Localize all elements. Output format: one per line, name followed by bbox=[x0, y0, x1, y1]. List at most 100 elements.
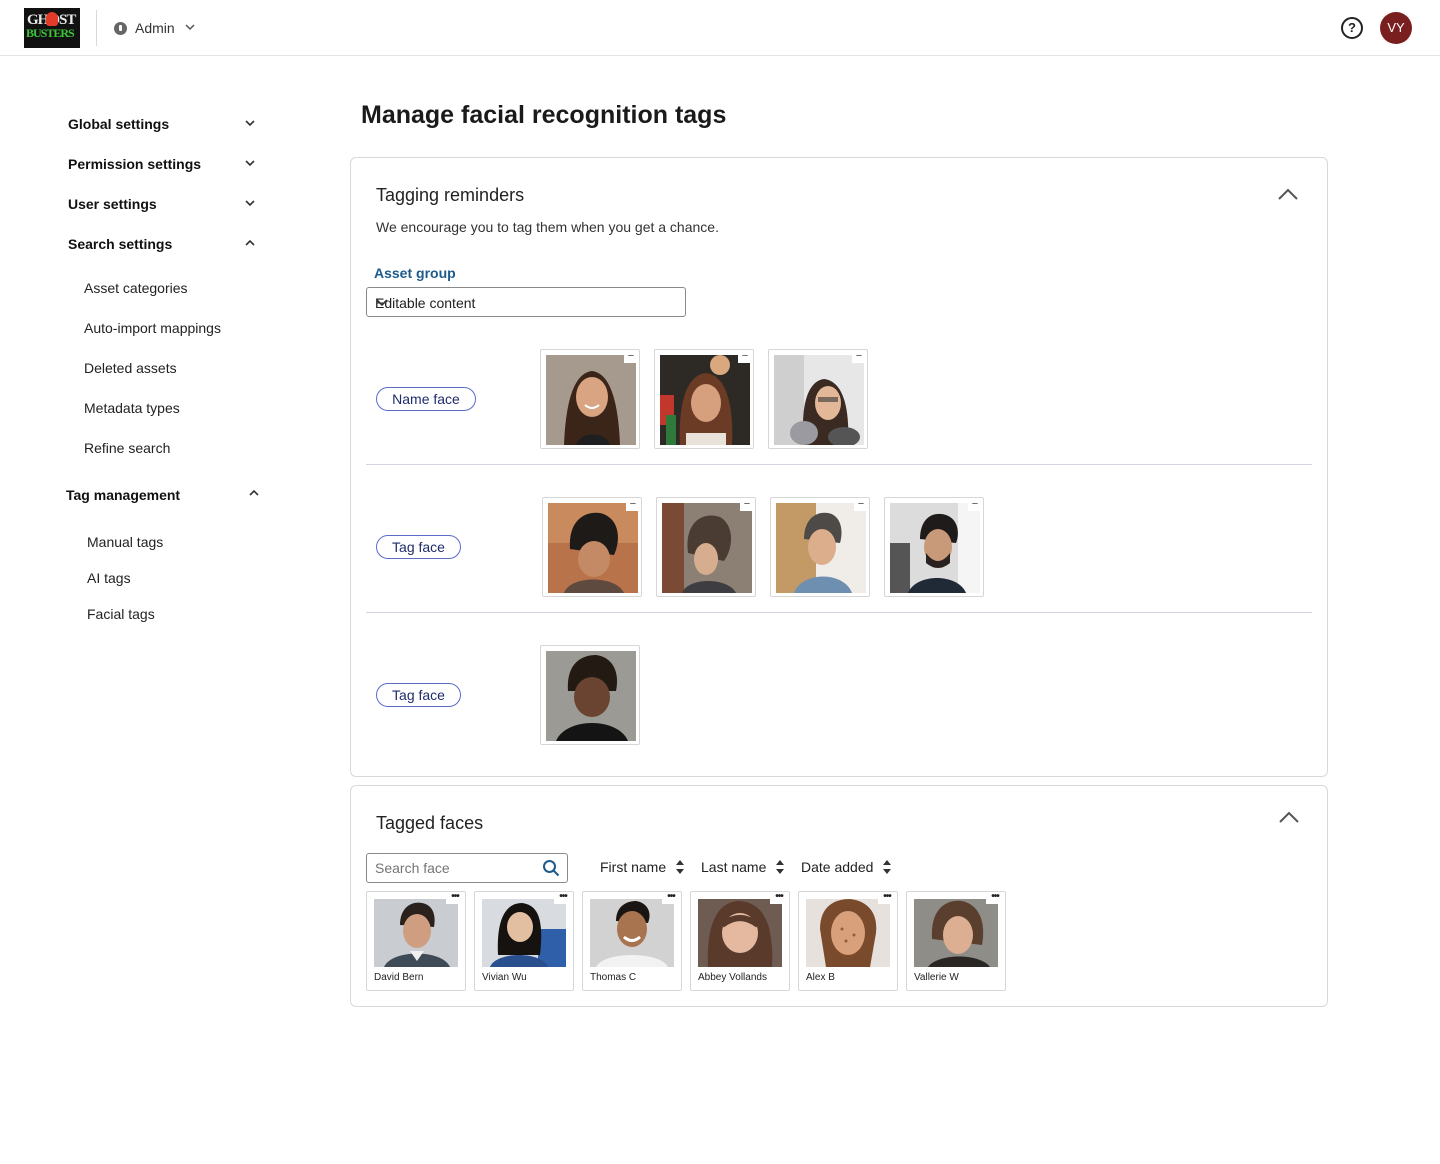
search-icon[interactable] bbox=[542, 859, 560, 882]
person-photo bbox=[806, 899, 890, 967]
name-face-button[interactable]: Name face bbox=[376, 387, 476, 411]
tag-face-button[interactable]: Tag face bbox=[376, 683, 461, 707]
tagged-person-card[interactable]: ••• Vivian Wu bbox=[474, 891, 574, 991]
untagged-face-thumbnail[interactable]: − bbox=[770, 497, 870, 597]
logo-text-2: BUSTERS bbox=[26, 26, 75, 40]
remove-face-icon[interactable]: − bbox=[626, 499, 640, 511]
person-name: Vivian Wu bbox=[482, 972, 527, 983]
more-options-icon[interactable]: ••• bbox=[770, 892, 788, 904]
sidebar-item-manual-tags[interactable]: Manual tags bbox=[87, 534, 163, 550]
sidebar-item-asset-categories[interactable]: Asset categories bbox=[84, 280, 188, 296]
chevron-down-icon bbox=[375, 296, 677, 312]
sidebar-item-ai-tags[interactable]: AI tags bbox=[87, 570, 131, 586]
person-photo bbox=[374, 899, 458, 967]
person-photo bbox=[914, 899, 998, 967]
sidebar-item-auto-import-mappings[interactable]: Auto-import mappings bbox=[84, 320, 221, 336]
sidebar-item-deleted-assets[interactable]: Deleted assets bbox=[84, 360, 177, 376]
more-options-icon[interactable]: ••• bbox=[878, 892, 896, 904]
more-options-icon[interactable]: ••• bbox=[446, 892, 464, 904]
chevron-down-icon bbox=[185, 23, 195, 34]
untagged-face-thumbnail[interactable]: − bbox=[884, 497, 984, 597]
person-name: Alex B bbox=[806, 972, 835, 983]
remove-face-icon[interactable]: − bbox=[852, 351, 866, 363]
sidebar-section-global-settings[interactable]: Global settings bbox=[68, 116, 169, 132]
person-name: David Bern bbox=[374, 972, 424, 983]
face-photo bbox=[660, 355, 750, 445]
tagging-reminders-subtitle: We encourage you to tag them when you ge… bbox=[376, 219, 719, 235]
chevron-up-icon[interactable] bbox=[243, 236, 259, 252]
untagged-face-thumbnail[interactable]: − bbox=[542, 497, 642, 597]
person-name: Thomas C bbox=[590, 972, 637, 983]
asset-group-label: Asset group bbox=[374, 265, 456, 281]
untagged-face-thumbnail[interactable]: − bbox=[656, 497, 756, 597]
person-name: Vallerie W bbox=[914, 972, 959, 983]
untagged-face-thumbnail[interactable]: − bbox=[540, 349, 640, 449]
user-avatar[interactable]: VY bbox=[1380, 12, 1412, 44]
face-photo bbox=[890, 503, 980, 593]
untagged-face-thumbnail[interactable]: − bbox=[768, 349, 868, 449]
person-photo bbox=[482, 899, 566, 967]
sidebar-section-tag-management[interactable]: Tag management bbox=[66, 487, 180, 503]
more-options-icon[interactable]: ••• bbox=[554, 892, 572, 904]
chevron-down-icon[interactable] bbox=[243, 196, 259, 212]
person-photo bbox=[698, 899, 782, 967]
sidebar-item-metadata-types[interactable]: Metadata types bbox=[84, 400, 180, 416]
sidebar-item-facial-tags[interactable]: Facial tags bbox=[87, 606, 155, 622]
group-divider bbox=[366, 464, 1312, 465]
brand-logo[interactable]: GHOST BUSTERS bbox=[24, 8, 80, 48]
remove-face-icon[interactable]: − bbox=[740, 499, 754, 511]
tagged-person-card[interactable]: ••• Abbey Vollands bbox=[690, 891, 790, 991]
remove-face-icon[interactable]: − bbox=[738, 351, 752, 363]
sort-first-name-label: First name bbox=[600, 859, 667, 875]
ghost-icon bbox=[46, 12, 58, 26]
untagged-face-thumbnail[interactable]: − bbox=[654, 349, 754, 449]
face-photo bbox=[546, 651, 636, 741]
sort-icon bbox=[883, 860, 892, 874]
chevron-down-icon[interactable] bbox=[243, 156, 259, 172]
chevron-down-icon[interactable] bbox=[243, 116, 259, 132]
chevron-up-icon[interactable] bbox=[1277, 187, 1301, 203]
sidebar-section-permission-settings[interactable]: Permission settings bbox=[68, 156, 201, 172]
face-photo bbox=[774, 355, 864, 445]
more-options-icon[interactable]: ••• bbox=[986, 892, 1004, 904]
info-icon bbox=[114, 21, 127, 35]
asset-group-select[interactable]: Editable content bbox=[366, 287, 686, 317]
search-input[interactable] bbox=[368, 855, 538, 881]
sort-last-name[interactable]: Last name bbox=[701, 859, 785, 875]
face-photo bbox=[548, 503, 638, 593]
chevron-up-icon[interactable] bbox=[1278, 810, 1302, 826]
face-photo bbox=[776, 503, 866, 593]
sort-date-added-label: Date added bbox=[801, 859, 874, 875]
tagged-faces-title: Tagged faces bbox=[376, 813, 484, 833]
sidebar-section-user-settings[interactable]: User settings bbox=[68, 196, 157, 212]
search-face-field[interactable] bbox=[366, 853, 568, 883]
sort-first-name[interactable]: First name bbox=[600, 859, 685, 875]
tag-face-button[interactable]: Tag face bbox=[376, 535, 461, 559]
remove-face-icon[interactable]: − bbox=[854, 499, 868, 511]
tagged-person-card[interactable]: ••• David Bern bbox=[366, 891, 466, 991]
top-bar: GHOST BUSTERS Admin ? VY bbox=[0, 0, 1440, 56]
workspace-label: Admin bbox=[135, 20, 175, 36]
tagging-reminders-panel bbox=[350, 157, 1328, 777]
sidebar-section-search-settings[interactable]: Search settings bbox=[68, 236, 172, 252]
page-title: Manage facial recognition tags bbox=[361, 101, 727, 129]
sort-date-added[interactable]: Date added bbox=[801, 859, 892, 875]
topbar-divider bbox=[96, 10, 97, 46]
sort-icon bbox=[776, 860, 785, 874]
sidebar-item-refine-search[interactable]: Refine search bbox=[84, 440, 170, 456]
remove-face-icon[interactable]: − bbox=[968, 499, 982, 511]
workspace-switcher[interactable]: Admin bbox=[114, 18, 195, 38]
sort-last-name-label: Last name bbox=[701, 859, 767, 875]
help-icon[interactable]: ? bbox=[1341, 17, 1363, 39]
more-options-icon[interactable]: ••• bbox=[662, 892, 680, 904]
tagged-person-card[interactable]: ••• Vallerie W bbox=[906, 891, 1006, 991]
chevron-up-icon[interactable] bbox=[247, 486, 263, 502]
sort-icon bbox=[676, 860, 685, 874]
tagged-person-card[interactable]: ••• Thomas C bbox=[582, 891, 682, 991]
untagged-face-thumbnail[interactable] bbox=[540, 645, 640, 745]
group-divider bbox=[366, 612, 1312, 613]
tagged-person-card[interactable]: ••• Alex B bbox=[798, 891, 898, 991]
face-photo bbox=[546, 355, 636, 445]
tagging-reminders-title: Tagging reminders bbox=[376, 185, 525, 205]
remove-face-icon[interactable]: − bbox=[624, 351, 638, 363]
